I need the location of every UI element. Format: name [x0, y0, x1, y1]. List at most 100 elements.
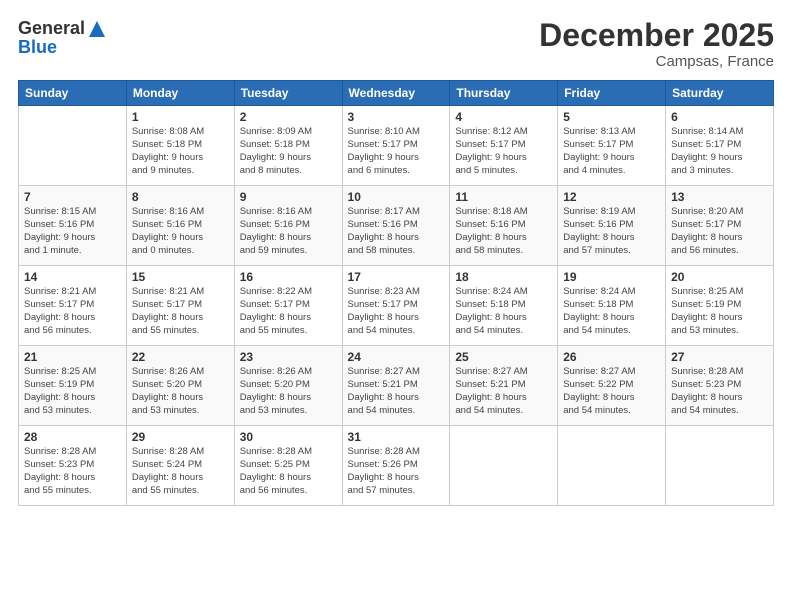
day-info: Sunrise: 8:08 AMSunset: 5:18 PMDaylight:…	[132, 126, 229, 177]
day-number: 8	[132, 190, 229, 204]
day-info: Sunrise: 8:26 AMSunset: 5:20 PMDaylight:…	[240, 366, 337, 417]
day-number: 29	[132, 430, 229, 444]
day-number: 10	[348, 190, 445, 204]
calendar-cell: 5 Sunrise: 8:13 AMSunset: 5:17 PMDaylight…	[558, 106, 666, 186]
day-info: Sunrise: 8:17 AMSunset: 5:16 PMDaylight:…	[348, 206, 445, 257]
calendar-cell: 25Sunrise: 8:27 AMSunset: 5:21 PMDayligh…	[450, 346, 558, 426]
day-info: Sunrise: 8:15 AMSunset: 5:16 PMDaylight:…	[24, 206, 121, 257]
calendar-cell: 6 Sunrise: 8:14 AMSunset: 5:17 PMDaylight…	[666, 106, 774, 186]
day-number: 11	[455, 190, 552, 204]
calendar-cell: 8 Sunrise: 8:16 AMSunset: 5:16 PMDaylight…	[126, 186, 234, 266]
calendar-cell: 28 Sunrise: 8:28 AMSunset: 5:23 PMDayligh…	[19, 426, 127, 506]
day-number: 19	[563, 270, 660, 284]
calendar-cell: 16 Sunrise: 8:22 AMSunset: 5:17 PMDayligh…	[234, 266, 342, 346]
day-info: Sunrise: 8:21 AMSunset: 5:17 PMDaylight:…	[24, 286, 121, 337]
day-number: 13	[671, 190, 768, 204]
header: General Blue December 2025 Campsas, Fran…	[18, 18, 774, 70]
day-info: Sunrise: 8:28 AMSunset: 5:26 PMDaylight:…	[348, 446, 445, 497]
day-number: 9	[240, 190, 337, 204]
day-number: 28	[24, 430, 121, 444]
day-number: 26	[563, 350, 660, 364]
weekday-header-tuesday: Tuesday	[234, 81, 342, 106]
calendar-cell: 15 Sunrise: 8:21 AMSunset: 5:17 PMDayligh…	[126, 266, 234, 346]
day-info: Sunrise: 8:22 AMSunset: 5:17 PMDaylight:…	[240, 286, 337, 337]
calendar-cell: 7 Sunrise: 8:15 AMSunset: 5:16 PMDaylight…	[19, 186, 127, 266]
calendar-cell: 22 Sunrise: 8:26 AMSunset: 5:20 PMDayligh…	[126, 346, 234, 426]
weekday-header-monday: Monday	[126, 81, 234, 106]
day-info: Sunrise: 8:27 AMSunset: 5:21 PMDaylight:…	[455, 366, 552, 417]
day-info: Sunrise: 8:20 AMSunset: 5:17 PMDaylight:…	[671, 206, 768, 257]
weekday-header-friday: Friday	[558, 81, 666, 106]
day-info: Sunrise: 8:12 AMSunset: 5:17 PMDaylight:…	[455, 126, 552, 177]
calendar-cell: 30Sunrise: 8:28 AMSunset: 5:25 PMDayligh…	[234, 426, 342, 506]
calendar-cell: 31 Sunrise: 8:28 AMSunset: 5:26 PMDayligh…	[342, 426, 450, 506]
calendar-cell: 12Sunrise: 8:19 AMSunset: 5:16 PMDayligh…	[558, 186, 666, 266]
day-number: 14	[24, 270, 121, 284]
day-number: 22	[132, 350, 229, 364]
calendar-cell: 1 Sunrise: 8:08 AMSunset: 5:18 PMDaylight…	[126, 106, 234, 186]
logo-blue-text: Blue	[18, 37, 107, 58]
calendar-cell: 23Sunrise: 8:26 AMSunset: 5:20 PMDayligh…	[234, 346, 342, 426]
weekday-header-saturday: Saturday	[666, 81, 774, 106]
day-info: Sunrise: 8:14 AMSunset: 5:17 PMDaylight:…	[671, 126, 768, 177]
day-number: 5	[563, 110, 660, 124]
calendar-cell: 3 Sunrise: 8:10 AMSunset: 5:17 PMDaylight…	[342, 106, 450, 186]
day-number: 1	[132, 110, 229, 124]
month-title: December 2025	[539, 18, 774, 53]
calendar-cell: 20 Sunrise: 8:25 AMSunset: 5:19 PMDayligh…	[666, 266, 774, 346]
calendar-cell	[666, 426, 774, 506]
page: General Blue December 2025 Campsas, Fran…	[0, 0, 792, 612]
day-info: Sunrise: 8:16 AMSunset: 5:16 PMDaylight:…	[132, 206, 229, 257]
day-info: Sunrise: 8:28 AMSunset: 5:24 PMDaylight:…	[132, 446, 229, 497]
calendar-cell: 14 Sunrise: 8:21 AMSunset: 5:17 PMDayligh…	[19, 266, 127, 346]
weekday-header-thursday: Thursday	[450, 81, 558, 106]
day-info: Sunrise: 8:09 AMSunset: 5:18 PMDaylight:…	[240, 126, 337, 177]
calendar-cell: 24Sunrise: 8:27 AMSunset: 5:21 PMDayligh…	[342, 346, 450, 426]
title-block: December 2025 Campsas, France	[539, 18, 774, 70]
calendar-cell: 13 Sunrise: 8:20 AMSunset: 5:17 PMDayligh…	[666, 186, 774, 266]
day-number: 31	[348, 430, 445, 444]
day-info: Sunrise: 8:23 AMSunset: 5:17 PMDaylight:…	[348, 286, 445, 337]
day-info: Sunrise: 8:13 AMSunset: 5:17 PMDaylight:…	[563, 126, 660, 177]
calendar-cell: 9 Sunrise: 8:16 AMSunset: 5:16 PMDaylight…	[234, 186, 342, 266]
calendar-cell: 26 Sunrise: 8:27 AMSunset: 5:22 PMDayligh…	[558, 346, 666, 426]
calendar-cell: 2 Sunrise: 8:09 AMSunset: 5:18 PMDaylight…	[234, 106, 342, 186]
day-number: 18	[455, 270, 552, 284]
calendar-cell: 29 Sunrise: 8:28 AMSunset: 5:24 PMDayligh…	[126, 426, 234, 506]
day-info: Sunrise: 8:28 AMSunset: 5:23 PMDaylight:…	[671, 366, 768, 417]
day-number: 20	[671, 270, 768, 284]
day-number: 3	[348, 110, 445, 124]
day-info: Sunrise: 8:10 AMSunset: 5:17 PMDaylight:…	[348, 126, 445, 177]
day-number: 4	[455, 110, 552, 124]
day-info: Sunrise: 8:21 AMSunset: 5:17 PMDaylight:…	[132, 286, 229, 337]
day-info: Sunrise: 8:27 AMSunset: 5:22 PMDaylight:…	[563, 366, 660, 417]
calendar-cell: 27Sunrise: 8:28 AMSunset: 5:23 PMDayligh…	[666, 346, 774, 426]
day-info: Sunrise: 8:28 AMSunset: 5:25 PMDaylight:…	[240, 446, 337, 497]
location: Campsas, France	[539, 53, 774, 70]
logo: General Blue	[18, 18, 107, 58]
calendar-cell	[558, 426, 666, 506]
calendar-cell: 19 Sunrise: 8:24 AMSunset: 5:18 PMDayligh…	[558, 266, 666, 346]
day-info: Sunrise: 8:24 AMSunset: 5:18 PMDaylight:…	[455, 286, 552, 337]
day-number: 2	[240, 110, 337, 124]
calendar-cell	[19, 106, 127, 186]
day-number: 15	[132, 270, 229, 284]
day-number: 6	[671, 110, 768, 124]
day-number: 7	[24, 190, 121, 204]
day-info: Sunrise: 8:16 AMSunset: 5:16 PMDaylight:…	[240, 206, 337, 257]
weekday-header-sunday: Sunday	[19, 81, 127, 106]
day-info: Sunrise: 8:28 AMSunset: 5:23 PMDaylight:…	[24, 446, 121, 497]
day-number: 24	[348, 350, 445, 364]
calendar-cell: 18 Sunrise: 8:24 AMSunset: 5:18 PMDayligh…	[450, 266, 558, 346]
day-info: Sunrise: 8:25 AMSunset: 5:19 PMDaylight:…	[671, 286, 768, 337]
weekday-header-wednesday: Wednesday	[342, 81, 450, 106]
day-info: Sunrise: 8:25 AMSunset: 5:19 PMDaylight:…	[24, 366, 121, 417]
calendar-cell: 11 Sunrise: 8:18 AMSunset: 5:16 PMDayligh…	[450, 186, 558, 266]
day-info: Sunrise: 8:26 AMSunset: 5:20 PMDaylight:…	[132, 366, 229, 417]
day-info: Sunrise: 8:18 AMSunset: 5:16 PMDaylight:…	[455, 206, 552, 257]
day-info: Sunrise: 8:24 AMSunset: 5:18 PMDaylight:…	[563, 286, 660, 337]
logo-general-text: General	[18, 18, 85, 39]
day-number: 16	[240, 270, 337, 284]
calendar-cell	[450, 426, 558, 506]
logo-icon	[87, 19, 107, 39]
